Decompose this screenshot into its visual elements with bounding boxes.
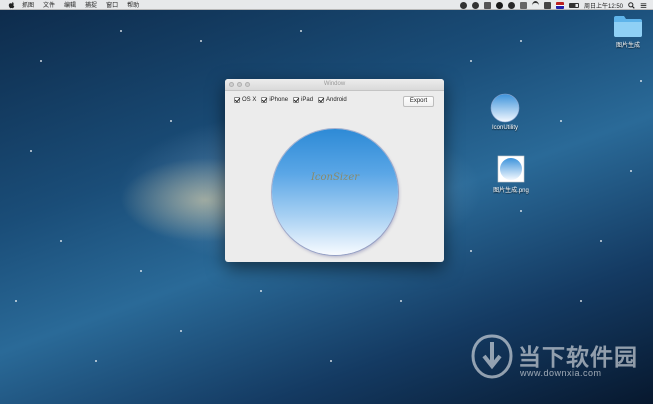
option-ipad[interactable]: iPad xyxy=(293,97,313,103)
desktop-png-label: 图片生成.png xyxy=(493,188,529,194)
option-android[interactable]: Android xyxy=(318,97,347,103)
menu-item-snap[interactable]: 捕捉 xyxy=(85,0,97,9)
watermark-text: 当下软件园 xyxy=(518,345,638,371)
desktop-folder-label: 图片生成 xyxy=(615,43,640,49)
site-watermark: 当下软件园 www.downxia.com xyxy=(470,334,645,394)
menu-item-window[interactable]: 窗口 xyxy=(106,0,118,9)
status-eye-icon[interactable] xyxy=(471,1,479,9)
android-checkbox[interactable] xyxy=(318,97,325,103)
osx-label: OS X xyxy=(242,97,257,103)
option-iphone[interactable]: iPhone xyxy=(261,97,288,103)
png-thumbnail-icon xyxy=(497,155,525,183)
ipad-checkbox[interactable] xyxy=(293,97,300,103)
osx-checkbox[interactable] xyxy=(234,97,240,103)
status-circle-icon[interactable] xyxy=(459,1,467,9)
android-label: Android xyxy=(326,97,347,103)
status-grid-icon[interactable] xyxy=(519,1,527,9)
menu-bar-status-area: 周日上午12:50 xyxy=(459,0,647,10)
downxia-logo-icon xyxy=(471,334,513,379)
desktop-app-label: IconUtility xyxy=(491,125,518,131)
iphone-checkbox[interactable] xyxy=(261,97,268,103)
menu-bar: 抓图 文件 编辑 捕捉 窗口 帮助 周日上午12:50 xyxy=(0,0,653,10)
menu-item-file[interactable]: 文件 xyxy=(43,0,55,9)
iphone-label: iPhone xyxy=(269,97,289,103)
app-window: Window OS X iPhone iPad Android Export I… xyxy=(225,79,444,262)
platform-options: OS X iPhone iPad Android xyxy=(234,97,352,103)
menu-item-capture[interactable]: 抓图 xyxy=(22,0,34,9)
apple-menu-icon[interactable] xyxy=(8,1,16,9)
zoom-window-button[interactable] xyxy=(245,82,250,87)
wifi-icon[interactable] xyxy=(531,0,539,10)
battery-icon[interactable] xyxy=(568,2,579,8)
folder-icon xyxy=(614,16,642,37)
watermark-url: www.downxia.com xyxy=(520,368,602,378)
window-title: Window xyxy=(323,81,346,87)
menu-item-help[interactable]: 帮助 xyxy=(127,0,139,9)
minimize-window-button[interactable] xyxy=(237,82,242,87)
search-icon[interactable] xyxy=(628,1,635,9)
menu-bar-clock[interactable]: 周日上午12:50 xyxy=(584,1,623,10)
flag-icon[interactable] xyxy=(555,1,564,9)
menu-item-edit[interactable]: 编辑 xyxy=(64,0,76,9)
close-window-button[interactable] xyxy=(229,82,234,87)
iconutility-app-icon xyxy=(490,93,520,123)
window-titlebar[interactable]: Window xyxy=(225,79,444,91)
export-button[interactable]: Export xyxy=(403,96,434,107)
volume-icon[interactable] xyxy=(543,1,551,9)
status-chat-icon[interactable] xyxy=(495,1,503,9)
icon-preview-text: IconSizer xyxy=(310,172,360,183)
desktop: 抓图 文件 编辑 捕捉 窗口 帮助 周日上午12:50 图片生成 IconUti… xyxy=(0,0,653,404)
icon-preview: IconSizer xyxy=(272,129,398,255)
notification-center-icon[interactable] xyxy=(640,2,647,9)
ipad-label: iPad xyxy=(301,97,314,103)
desktop-png-file[interactable]: 图片生成.png xyxy=(488,155,534,194)
option-osx[interactable]: OS X xyxy=(234,97,256,103)
status-qq-icon[interactable] xyxy=(507,1,515,9)
desktop-folder[interactable]: 图片生成 xyxy=(608,14,648,49)
status-send-icon[interactable] xyxy=(483,1,491,9)
desktop-app-iconutility[interactable]: IconUtility xyxy=(483,93,527,131)
